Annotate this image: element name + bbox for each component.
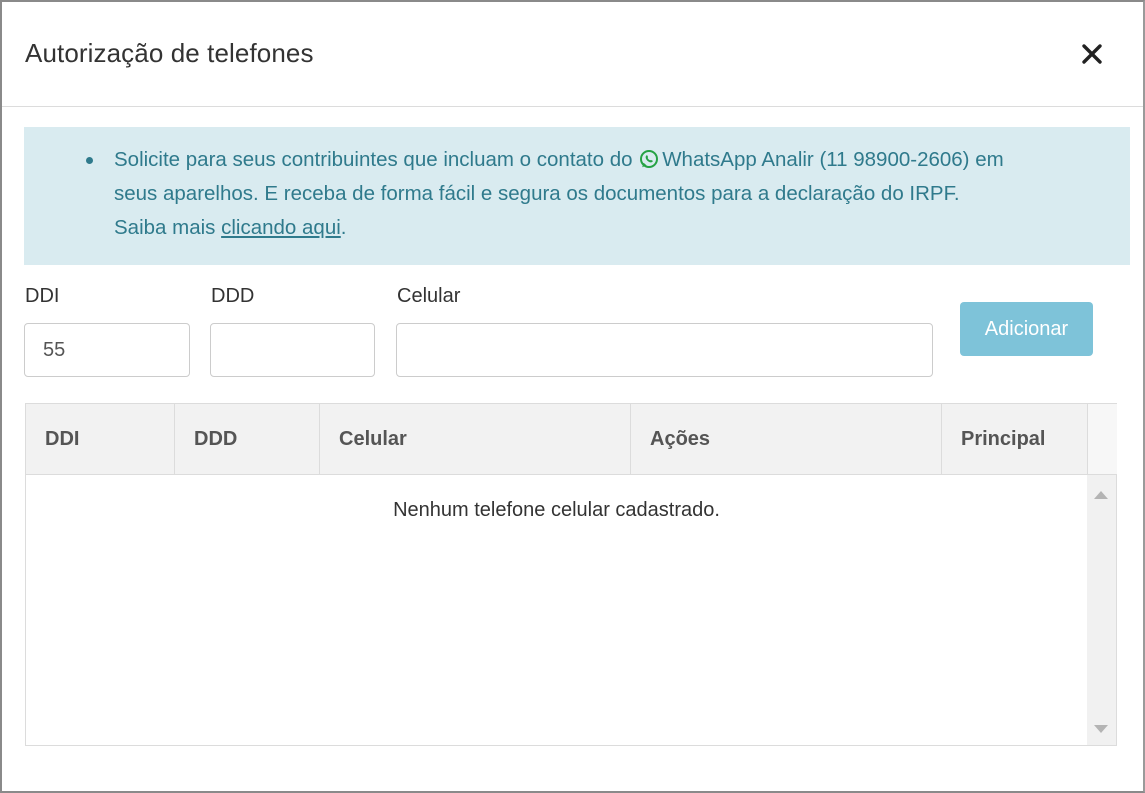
column-header-ddi[interactable]: DDI <box>26 404 175 474</box>
add-button[interactable]: Adicionar <box>960 302 1093 356</box>
scroll-up-icon[interactable] <box>1094 491 1108 499</box>
learn-more-link[interactable]: clicando aqui <box>221 216 341 239</box>
ddi-input[interactable] <box>24 323 190 377</box>
column-header-principal[interactable]: Principal <box>942 404 1087 474</box>
alert-line-2: seus aparelhos. E receba de forma fácil … <box>114 182 960 205</box>
alert-text-1: Solicite para seus contribuintes que inc… <box>114 148 639 171</box>
header-scroll-spacer <box>1087 404 1117 474</box>
alert-text-3: Saiba mais <box>114 216 222 239</box>
ddi-label: DDI <box>25 285 60 307</box>
alert-line-1: Solicite para seus contribuintes que inc… <box>114 143 1004 177</box>
ddd-label: DDD <box>211 285 255 307</box>
column-header-ddd[interactable]: DDD <box>175 404 320 474</box>
alert-line-3: Saiba mais clicando aqui. <box>114 211 346 245</box>
celular-label: Celular <box>397 285 461 307</box>
alert-text-2: WhatsApp Analir (11 98900-2606) em <box>662 148 1004 171</box>
bullet-icon <box>86 157 93 164</box>
phones-table: DDI DDD Celular Ações Principal Nenhum t… <box>25 403 1117 746</box>
table-scrollbar[interactable] <box>1087 475 1116 745</box>
ddd-input[interactable] <box>210 323 375 377</box>
close-icon[interactable] <box>1076 38 1110 72</box>
column-header-acoes[interactable]: Ações <box>631 404 942 474</box>
column-header-celular[interactable]: Celular <box>320 404 631 474</box>
info-alert: Solicite para seus contribuintes que inc… <box>24 127 1130 265</box>
alert-text-4: . <box>340 216 347 239</box>
table-body: Nenhum telefone celular cadastrado. <box>26 475 1087 745</box>
celular-input[interactable] <box>396 323 933 377</box>
close-button[interactable] <box>1076 38 1110 72</box>
whatsapp-icon <box>640 150 659 168</box>
dialog-title: Autorização de telefones <box>25 38 314 68</box>
scroll-down-icon[interactable] <box>1094 725 1108 733</box>
empty-table-message: Nenhum telefone celular cadastrado. <box>393 499 720 521</box>
table-header: DDI DDD Celular Ações Principal <box>26 404 1117 475</box>
dialog-header: Autorização de telefones <box>2 2 1143 107</box>
phone-authorization-dialog: Autorização de telefones Solicite para s… <box>0 0 1145 793</box>
